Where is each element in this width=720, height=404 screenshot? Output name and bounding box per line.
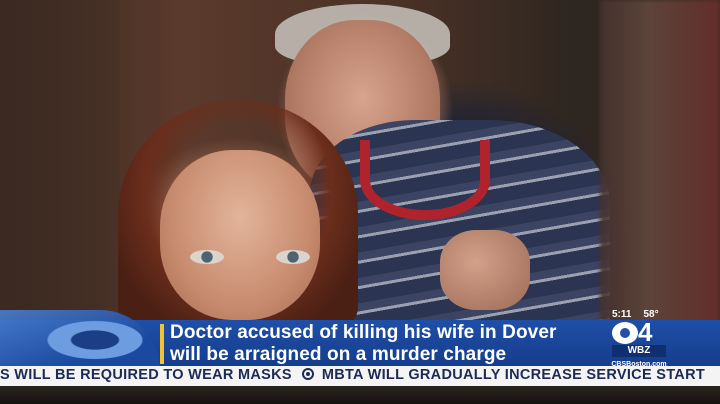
ticker-item-masks: S WILL BE REQUIRED TO WEAR MASKS: [0, 367, 292, 383]
bottom-strip: [0, 386, 720, 404]
headline: Doctor accused of killing his wife in Do…: [170, 322, 600, 366]
woman-left-eye: [190, 250, 224, 264]
ticker-text: S WILL BE REQUIRED TO WEAR MASKS MBTA WIL…: [0, 367, 705, 383]
channel-number: 4: [638, 317, 653, 347]
station-logo: 4 WBZ: [612, 317, 668, 360]
woman-face: [160, 150, 320, 320]
cbs-eye-graphic-icon: [40, 318, 150, 362]
headline-accent-bar: [160, 324, 164, 364]
news-photo: [0, 0, 720, 330]
photo-left-shadow: [0, 0, 120, 330]
cbs-eye-icon: [612, 322, 638, 344]
call-letters: WBZ: [612, 345, 666, 357]
headline-line-1: Doctor accused of killing his wife in Do…: [170, 322, 557, 343]
ticker-separator-icon: [301, 368, 314, 380]
headline-line-2: will be arraigned on a murder charge: [170, 344, 507, 365]
news-ticker: S WILL BE REQUIRED TO WEAR MASKS MBTA WIL…: [0, 366, 720, 386]
video-frame: Doctor accused of killing his wife in Do…: [0, 0, 720, 404]
time-label: 5:11: [612, 309, 632, 320]
photo-right-blur: [600, 0, 720, 330]
thumbs-up-hand: [440, 230, 530, 310]
jersey-collar: [360, 140, 490, 220]
woman-right-eye: [276, 250, 310, 264]
ticker-item-mbta: MBTA WILL GRADUALLY INCREASE SERVICE STA…: [321, 367, 706, 383]
